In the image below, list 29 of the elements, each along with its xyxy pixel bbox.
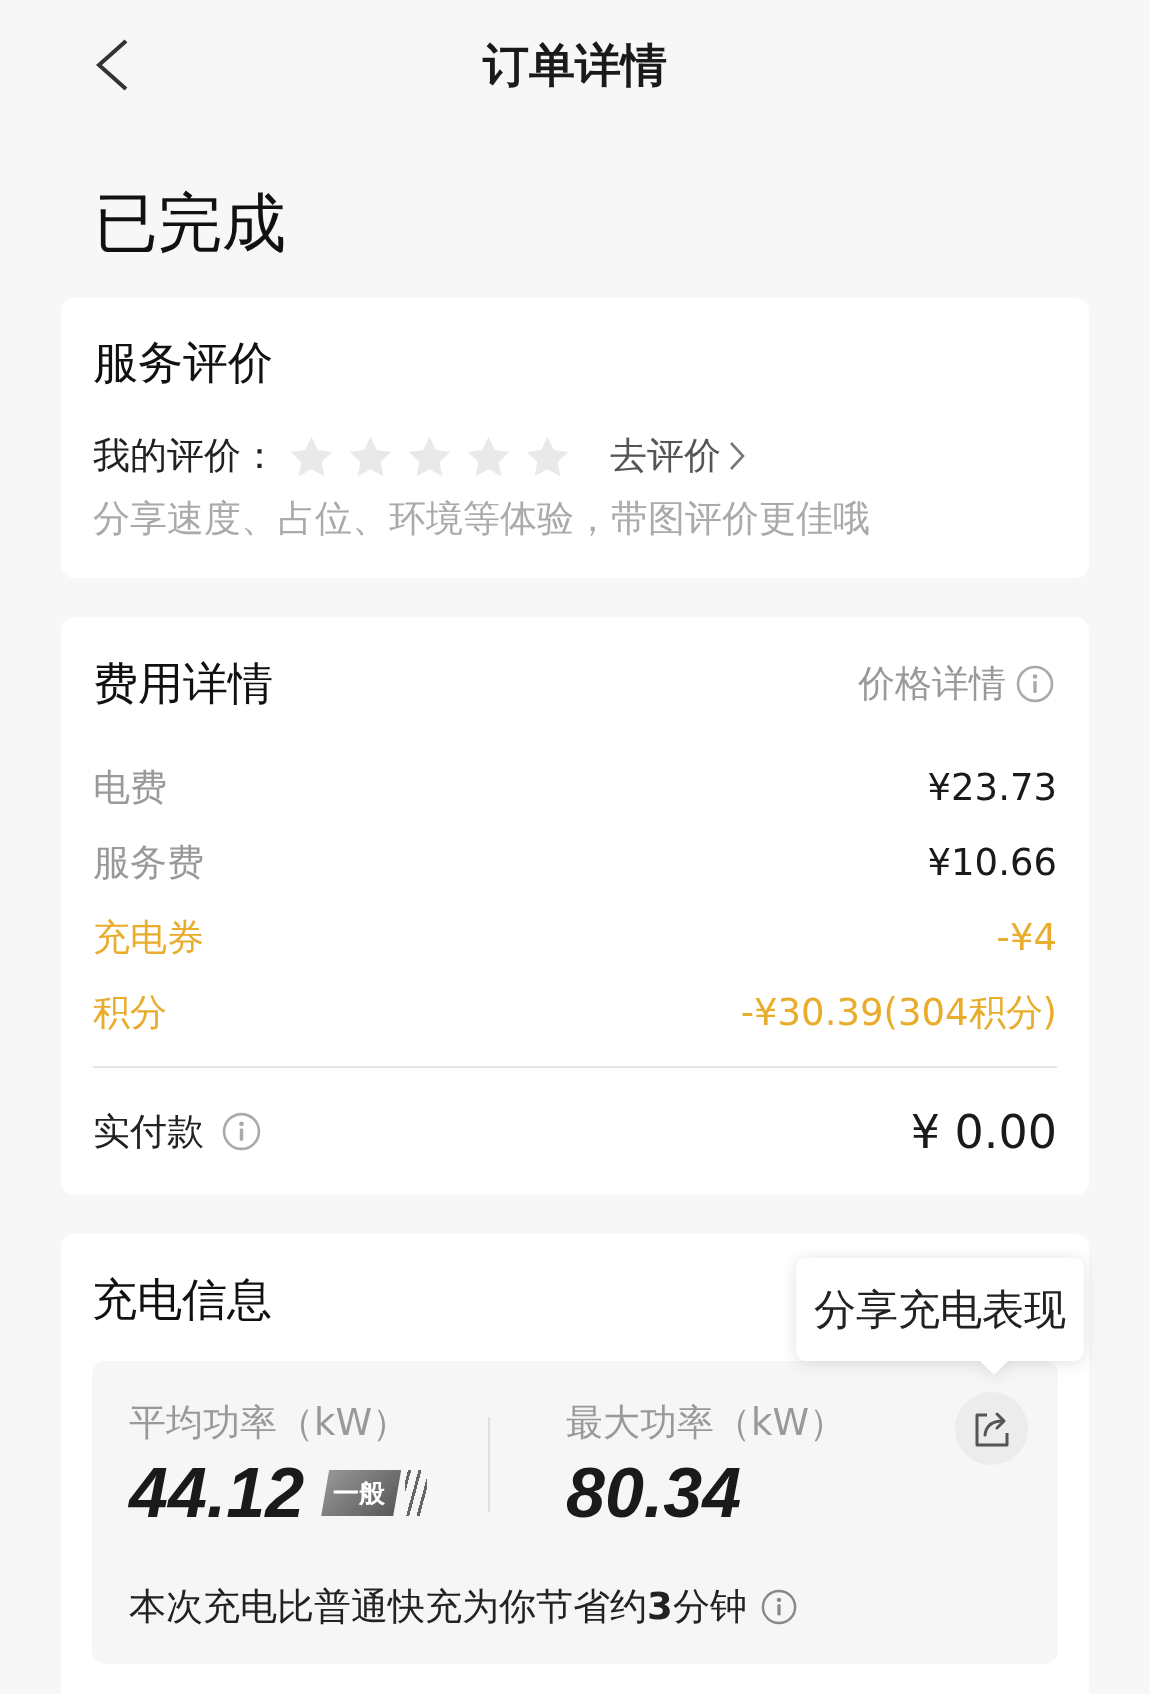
review-hint: 分享速度、占位、环境等体验，带图评价更佳哦: [93, 497, 870, 541]
section-title: 服务评价: [93, 337, 273, 389]
chevron-left-icon: [95, 39, 129, 91]
fee-label: 积分: [93, 990, 167, 1035]
fee-amount: -¥4: [996, 915, 1057, 960]
info-icon: [222, 1112, 261, 1151]
metric-label: 平均功率（kW）: [129, 1401, 410, 1445]
rate-link[interactable]: 去评价: [610, 434, 745, 478]
metric-value: 80.34: [566, 1455, 742, 1531]
fee-label: 电费: [93, 765, 167, 810]
metric-value: 44.12: [129, 1455, 305, 1531]
fee-label: 充电券: [93, 915, 204, 960]
level-badge: 一般: [321, 1470, 428, 1516]
fee-label: 服务费: [93, 840, 204, 885]
rating-label: 我的评价：: [93, 434, 278, 478]
metric-label: 最大功率（kW）: [566, 1401, 846, 1445]
section-title: 费用详情: [93, 658, 273, 710]
total-amount: ¥ 0.00: [910, 1104, 1057, 1159]
page-title: 订单详情: [483, 37, 667, 93]
fee-amount: ¥23.73: [927, 765, 1057, 810]
chevron-right-icon: [729, 441, 745, 471]
savings-note: 本次充电比普通快充为你节省约3分钟: [129, 1585, 747, 1629]
total-label: 实付款: [93, 1109, 204, 1154]
section-title: 充电信息: [92, 1274, 272, 1326]
fee-amount: ¥10.66: [927, 840, 1057, 885]
info-icon: [1016, 665, 1054, 703]
fee-amount: -¥30.39(304积分): [740, 990, 1057, 1035]
info-icon: [760, 1589, 797, 1625]
order-status: 已完成: [94, 188, 286, 258]
